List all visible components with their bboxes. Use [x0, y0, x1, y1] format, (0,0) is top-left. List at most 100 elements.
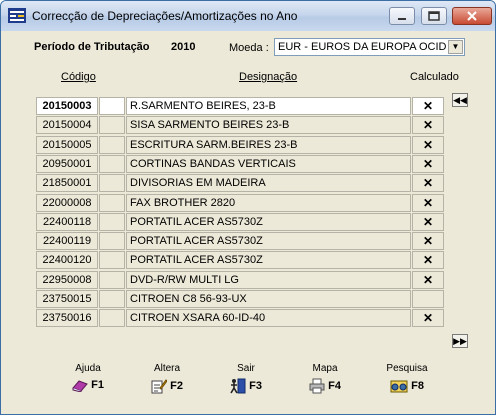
printer-icon: [309, 378, 325, 394]
minimize-icon: [398, 18, 406, 20]
double-left-arrow-icon: ◀◀: [453, 95, 467, 105]
row-marker-cell[interactable]: [99, 97, 125, 115]
scrollbar-track[interactable]: [452, 107, 466, 335]
calculated-check-cell[interactable]: ✕: [412, 270, 444, 289]
minimize-button[interactable]: [389, 7, 415, 25]
table-row[interactable]: 21850001 DIVISORIAS EM MADEIRA ✕: [36, 174, 446, 193]
calculated-check-cell[interactable]: ✕: [412, 116, 444, 135]
column-header-calculated[interactable]: Calculado: [410, 71, 459, 83]
asset-designation-cell[interactable]: R.SARMENTO BEIRES, 23-B: [126, 97, 411, 115]
table-row[interactable]: 20150004 SISA SARMENTO BEIRES 23-B ✕: [36, 116, 446, 135]
calculated-check-cell[interactable]: ✕: [412, 212, 444, 231]
client-area: Período de Tributação 2010 Moeda : EUR -…: [7, 32, 489, 408]
asset-designation-cell[interactable]: DVD-R/RW MULTI LG: [126, 270, 411, 289]
search-f8-button[interactable]: Pesquisa F8: [380, 363, 434, 394]
asset-designation-cell[interactable]: CITROEN C8 56-93-UX: [126, 290, 411, 308]
currency-select[interactable]: EUR - EUROS DA EUROPA OCID ▼: [274, 38, 465, 56]
asset-code-cell[interactable]: 20150005: [36, 135, 98, 154]
currency-value: EUR - EUROS DA EUROPA OCID: [278, 41, 447, 53]
asset-code-cell[interactable]: 22400120: [36, 251, 98, 270]
edit-f2-button[interactable]: Altera F2: [140, 363, 194, 394]
asset-designation-cell[interactable]: SISA SARMENTO BEIRES 23-B: [126, 116, 411, 135]
window-title: Correcção de Depreciações/Amortizações n…: [32, 9, 298, 23]
asset-code-cell[interactable]: 22950008: [36, 270, 98, 289]
calculated-check-cell[interactable]: ✕: [412, 135, 444, 154]
table-row[interactable]: 23750016 CITROEN XSARA 60-ID-40 ✕: [36, 309, 446, 328]
asset-designation-cell[interactable]: FAX BROTHER 2820: [126, 193, 411, 212]
edit-pencil-icon: [151, 379, 168, 394]
calculated-check-cell[interactable]: ✕: [412, 232, 444, 251]
maximize-button[interactable]: [421, 7, 447, 25]
period-year: 2010: [171, 41, 196, 53]
row-marker-cell[interactable]: [99, 154, 125, 173]
search-binoculars-icon: [390, 380, 408, 393]
calculated-check-cell[interactable]: ✕: [412, 251, 444, 270]
calculated-check-cell[interactable]: ✕: [412, 193, 444, 212]
asset-code-cell[interactable]: 22000008: [36, 193, 98, 212]
asset-designation-cell[interactable]: CITROEN XSARA 60-ID-40: [126, 309, 411, 328]
calculated-check-cell[interactable]: ✕: [412, 154, 444, 173]
table-row[interactable]: 22400119 PORTATIL ACER AS5730Z ✕: [36, 232, 446, 251]
asset-code-cell[interactable]: 22400119: [36, 232, 98, 251]
row-marker-cell[interactable]: [99, 251, 125, 270]
calculated-check-cell[interactable]: ✕: [412, 309, 444, 328]
fkey-label: Altera: [153, 363, 181, 374]
asset-code-cell[interactable]: 20950001: [36, 154, 98, 173]
maximize-icon: [428, 11, 440, 21]
fkey-label: Mapa: [312, 363, 338, 374]
asset-designation-cell[interactable]: PORTATIL ACER AS5730Z: [126, 212, 411, 231]
period-label: Período de Tributação: [34, 41, 150, 53]
fkey-label: Pesquisa: [386, 363, 428, 374]
row-marker-cell[interactable]: [99, 212, 125, 231]
app-window: Correcção de Depreciações/Amortizações n…: [0, 0, 496, 415]
asset-code-cell[interactable]: 20150003: [36, 97, 98, 115]
table-row[interactable]: 22950008 DVD-R/RW MULTI LG ✕: [36, 270, 446, 290]
row-marker-cell[interactable]: [99, 232, 125, 251]
calculated-check-cell[interactable]: [412, 290, 444, 308]
table-row[interactable]: 23750015 CITROEN C8 56-93-UX: [36, 290, 446, 309]
table-row[interactable]: 22400120 PORTATIL ACER AS5730Z ✕: [36, 251, 446, 270]
close-icon: [467, 11, 477, 21]
calculated-check-cell[interactable]: ✕: [412, 97, 444, 115]
row-marker-cell[interactable]: [99, 116, 125, 135]
asset-designation-cell[interactable]: CORTINAS BANDAS VERTICAIS: [126, 154, 411, 173]
title-bar[interactable]: Correcção de Depreciações/Amortizações n…: [1, 1, 495, 31]
row-marker-cell[interactable]: [99, 309, 125, 328]
exit-door-icon: [230, 378, 246, 394]
table-row[interactable]: 20950001 CORTINAS BANDAS VERTICAIS ✕: [36, 154, 446, 174]
row-marker-cell[interactable]: [99, 193, 125, 212]
row-marker-cell[interactable]: [99, 135, 125, 154]
row-marker-cell[interactable]: [99, 174, 125, 193]
asset-designation-cell[interactable]: PORTATIL ACER AS5730Z: [126, 251, 411, 270]
currency-label: Moeda :: [229, 42, 269, 54]
map-f4-button[interactable]: Mapa F4: [298, 363, 352, 394]
asset-code-cell[interactable]: 22400118: [36, 212, 98, 231]
asset-code-cell[interactable]: 23750015: [36, 290, 98, 308]
column-header-code[interactable]: Código: [61, 71, 96, 83]
column-header-designation[interactable]: Designação: [239, 71, 297, 83]
exit-f3-button[interactable]: Sair F3: [219, 363, 273, 394]
asset-code-cell[interactable]: 21850001: [36, 174, 98, 193]
fkey-label: Ajuda: [75, 363, 101, 374]
table-row[interactable]: 22000008 FAX BROTHER 2820 ✕: [36, 193, 446, 213]
help-book-icon: [72, 380, 88, 393]
help-f1-button[interactable]: Ajuda F1: [61, 363, 115, 393]
asset-designation-cell[interactable]: ESCRITURA SARM.BEIRES 23-B: [126, 135, 411, 154]
assets-table: 20150003 R.SARMENTO BEIRES, 23-B ✕ 20150004…: [36, 97, 446, 337]
row-marker-cell[interactable]: [99, 290, 125, 308]
asset-designation-cell[interactable]: PORTATIL ACER AS5730Z: [126, 232, 411, 251]
double-right-arrow-icon: ▶▶: [453, 336, 467, 346]
scroll-first-button[interactable]: ◀◀: [452, 93, 468, 107]
chevron-down-icon[interactable]: ▼: [448, 40, 463, 54]
table-row[interactable]: 20150003 R.SARMENTO BEIRES, 23-B ✕: [36, 97, 446, 116]
fkey-label: Sair: [237, 363, 255, 374]
asset-designation-cell[interactable]: DIVISORIAS EM MADEIRA: [126, 174, 411, 193]
row-marker-cell[interactable]: [99, 270, 125, 289]
table-row[interactable]: 22400118 PORTATIL ACER AS5730Z ✕: [36, 212, 446, 232]
scroll-last-button[interactable]: ▶▶: [452, 334, 468, 348]
close-button[interactable]: [452, 7, 492, 25]
asset-code-cell[interactable]: 20150004: [36, 116, 98, 135]
calculated-check-cell[interactable]: ✕: [412, 174, 444, 193]
table-row[interactable]: 20150005 ESCRITURA SARM.BEIRES 23-B ✕: [36, 135, 446, 155]
asset-code-cell[interactable]: 23750016: [36, 309, 98, 328]
